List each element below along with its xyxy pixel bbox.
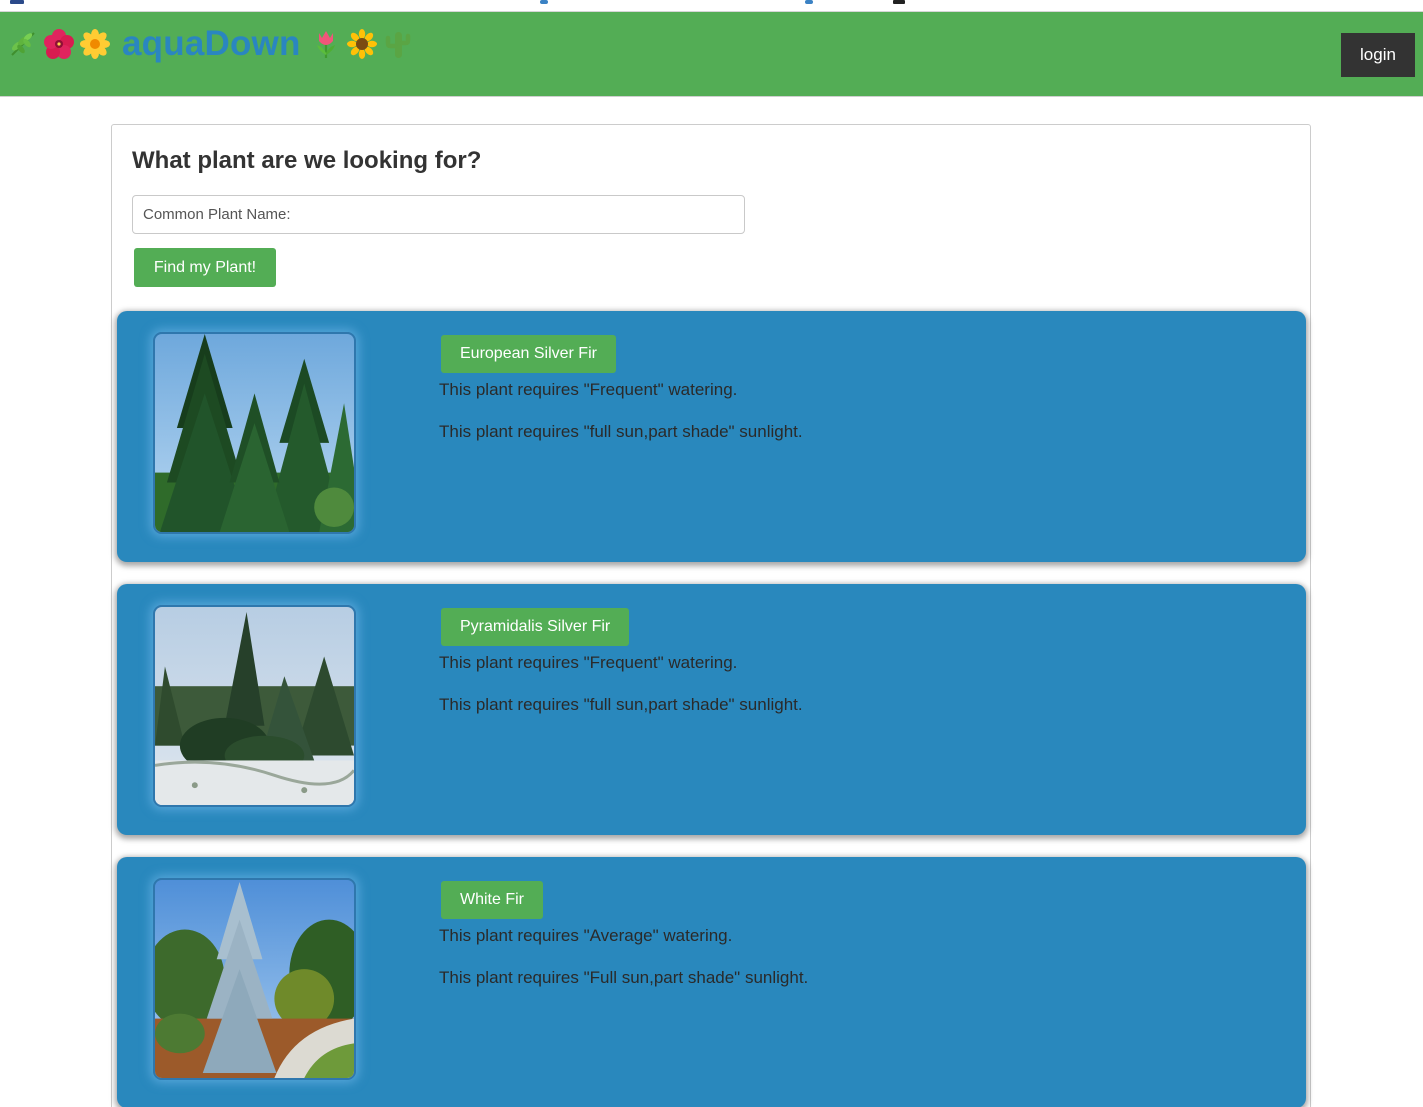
strip-mark [10, 0, 24, 4]
strip-mark [893, 0, 905, 4]
plant-card: Pyramidalis Silver Fir This plant requir… [117, 584, 1306, 835]
plant-photo [153, 332, 356, 534]
plant-photo [153, 605, 356, 807]
tulip-icon [311, 29, 341, 59]
sunlight-text: This plant requires "full sun,part shade… [439, 695, 803, 714]
herb-icon [8, 29, 38, 59]
site-header: aquaDown login [0, 12, 1423, 97]
plant-card: European Silver Fir This plant requires … [117, 311, 1306, 562]
search-panel: What plant are we looking for? Find my P… [111, 124, 1311, 1107]
plant-name-button[interactable]: Pyramidalis Silver Fir [441, 608, 630, 646]
plant-name-input[interactable] [132, 195, 745, 234]
strip-mark [540, 0, 548, 4]
plant-card: White Fir This plant requires "Average" … [117, 857, 1306, 1107]
plant-name-button[interactable]: European Silver Fir [441, 335, 616, 373]
hibiscus-icon [44, 29, 74, 59]
search-heading: What plant are we looking for? [132, 147, 482, 174]
login-button[interactable]: login [1341, 33, 1415, 77]
watering-text: This plant requires "Frequent" watering. [439, 380, 738, 399]
brand[interactable]: aquaDown [8, 24, 419, 64]
cactus-icon [383, 29, 413, 59]
blossom-icon [80, 29, 110, 59]
site-title[interactable]: aquaDown [122, 24, 301, 64]
sunlight-text: This plant requires "full sun,part shade… [439, 422, 803, 441]
fir-snow-photo [155, 607, 354, 805]
fir-forest-photo [155, 334, 354, 532]
top-strip [0, 0, 1423, 12]
plant-name-button[interactable]: White Fir [441, 881, 543, 919]
plant-photo [153, 878, 356, 1080]
sunlight-text: This plant requires "Full sun,part shade… [439, 968, 809, 987]
blue-fir-photo [155, 880, 354, 1078]
sunflower-icon [346, 29, 377, 59]
find-plant-button[interactable]: Find my Plant! [134, 248, 276, 287]
watering-text: This plant requires "Average" watering. [439, 926, 733, 945]
strip-mark [805, 0, 813, 4]
watering-text: This plant requires "Frequent" watering. [439, 653, 738, 672]
